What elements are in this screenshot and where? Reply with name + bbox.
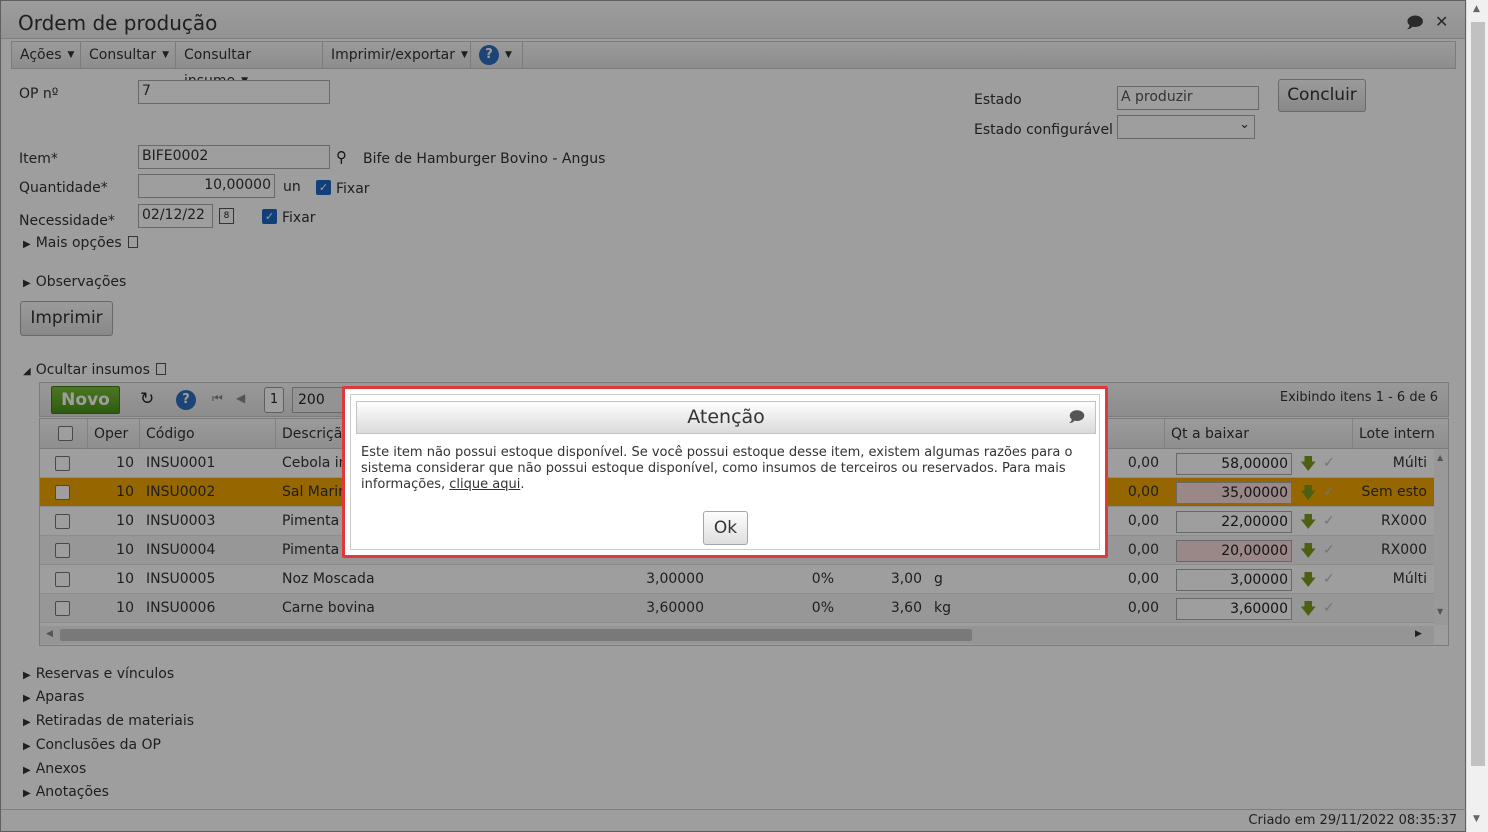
- more-info-link[interactable]: clique aqui: [449, 477, 520, 492]
- scroll-down-icon[interactable]: ▼: [1473, 814, 1480, 824]
- scroll-up-icon[interactable]: ▲: [1473, 4, 1480, 14]
- dialog-frame: Atenção 🗩 Este item não possui estoque d…: [350, 394, 1100, 550]
- page-scrollbar[interactable]: ▲ ▼: [1466, 0, 1488, 832]
- ok-button[interactable]: Ok: [703, 511, 748, 545]
- comment-icon[interactable]: 🗩: [1068, 407, 1085, 432]
- dialog-title: Atenção: [687, 406, 765, 428]
- attention-dialog: Atenção 🗩 Este item não possui estoque d…: [342, 386, 1108, 558]
- dialog-message: Este item não possui estoque disponível.…: [361, 445, 1073, 492]
- page-scroll-thumb[interactable]: [1471, 22, 1485, 766]
- dialog-header: Atenção 🗩: [356, 401, 1096, 434]
